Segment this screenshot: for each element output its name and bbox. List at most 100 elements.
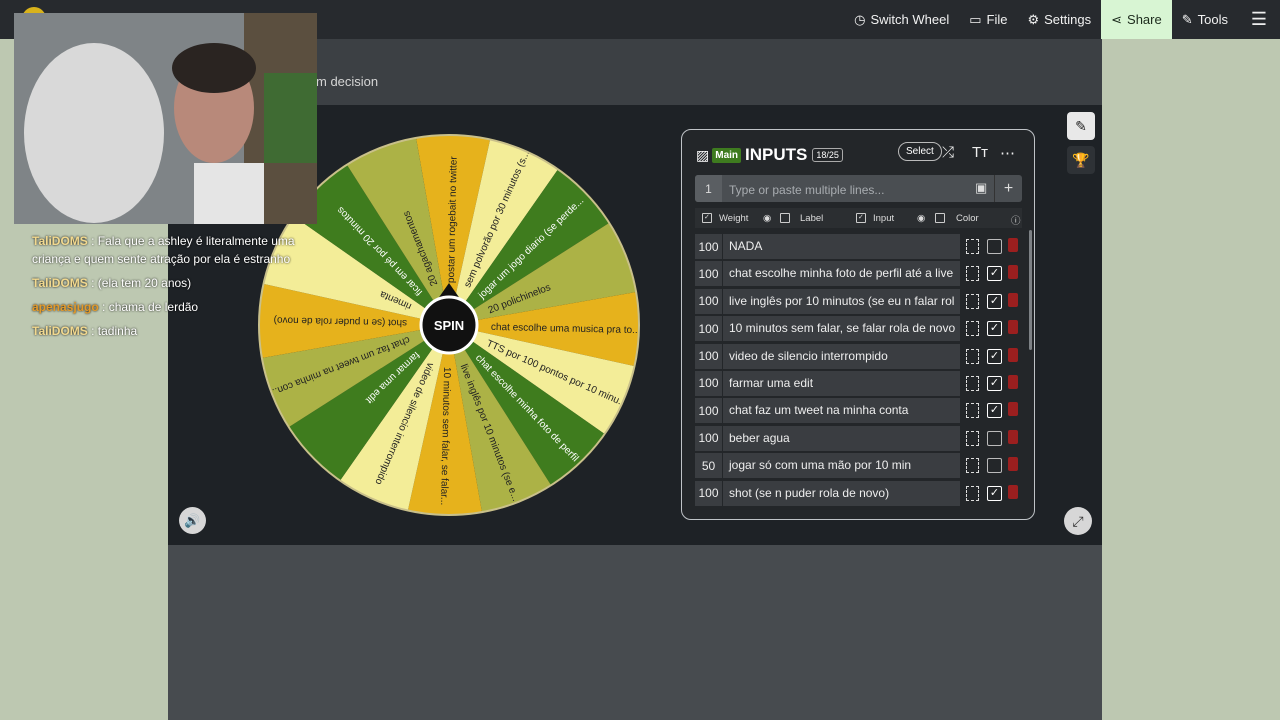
list-item: 100 live inglês por 10 minutos (se eu n f… (695, 288, 1025, 316)
duplicate-icon[interactable] (966, 293, 979, 309)
entry-number: 1 (695, 175, 722, 202)
chat-message: TaliDOMS : Fala que a ashley é literalme… (32, 234, 295, 266)
main-badge: Main (712, 147, 742, 163)
entry-checkbox[interactable] (987, 458, 1002, 474)
sound-icon[interactable]: 🔊 (179, 507, 206, 534)
weight-value[interactable]: 100 (695, 343, 722, 369)
inputs-title: INPUTS (745, 145, 808, 164)
duplicate-icon[interactable] (966, 321, 979, 337)
chat-message: apenasjugo : chama de lerdão (32, 300, 199, 314)
switch-wheel-button[interactable]: ◷ Switch Wheel (844, 0, 959, 39)
weight-value[interactable]: 100 (695, 480, 722, 506)
duplicate-icon[interactable] (966, 266, 979, 282)
delete-icon[interactable] (1008, 292, 1018, 307)
menu-icon[interactable]: ☰ (1238, 0, 1280, 39)
scrollbar[interactable] (1029, 230, 1032, 350)
info-icon[interactable]: ⓘ (1011, 213, 1021, 227)
weight-value[interactable]: 100 (695, 234, 722, 259)
entry-label[interactable]: shot (se n puder rola de novo) (723, 480, 960, 506)
entry-row: 1 ▣ + (695, 175, 1022, 204)
weight-value[interactable]: 100 (695, 398, 722, 424)
entry-checkbox[interactable]: ✓ (987, 321, 1002, 337)
weight-value[interactable]: 50 (695, 453, 722, 479)
weight-checkbox[interactable] (702, 213, 712, 223)
duplicate-icon[interactable] (966, 239, 979, 254)
page-lower-area (168, 545, 1102, 720)
trophy-icon[interactable]: 🏆 (1067, 146, 1095, 174)
duplicate-icon[interactable] (966, 375, 979, 391)
wheel-subtitle: m decision (316, 74, 379, 89)
duplicate-icon[interactable] (966, 348, 979, 364)
weight-column-label: Weight (719, 213, 749, 224)
entry-checkbox[interactable] (987, 430, 1002, 446)
list-item: 100 10 minutos sem falar, se falar rola d… (695, 316, 1025, 343)
delete-icon[interactable] (1008, 429, 1018, 444)
entry-checkbox[interactable]: ✓ (987, 375, 1002, 391)
weight-value[interactable]: 100 (695, 288, 722, 314)
entry-label[interactable]: NADA (723, 234, 960, 259)
weight-value[interactable]: 100 (695, 316, 722, 342)
entry-label[interactable]: live inglês por 10 minutos (se eu n fala… (723, 288, 960, 314)
label-checkbox[interactable] (780, 213, 790, 223)
entry-label[interactable]: chat escolhe minha foto de perfil até a … (723, 261, 960, 287)
webcam-overlay (14, 13, 317, 224)
entry-label[interactable]: video de silencio interrompido (723, 343, 960, 369)
duplicate-icon[interactable] (966, 458, 979, 474)
settings-button[interactable]: ⚙ Settings (1017, 0, 1101, 39)
entry-input[interactable] (727, 175, 971, 204)
select-button[interactable]: Select (898, 142, 942, 161)
entry-label[interactable]: chat faz um tweet na minha conta (723, 398, 960, 424)
entry-label[interactable]: beber agua (723, 425, 960, 451)
eye-icon[interactable]: ◉ (763, 213, 771, 224)
duplicate-icon[interactable] (966, 430, 979, 446)
entry-checkbox[interactable]: ✓ (987, 348, 1002, 364)
delete-icon[interactable] (1008, 347, 1018, 362)
wrench-icon: ✎ (1181, 11, 1193, 27)
list-item: 100 beber agua (695, 425, 1025, 453)
folder-icon: ▭ (969, 11, 982, 27)
inputs-count: 18/25 (812, 148, 843, 162)
entry-checkbox[interactable]: ✓ (987, 485, 1002, 501)
image-icon[interactable]: ▣ (975, 180, 987, 196)
stream-chat: TaliDOMS : Fala que a ashley é literalme… (32, 232, 332, 346)
weight-value[interactable]: 100 (695, 370, 722, 396)
delete-icon[interactable] (1008, 402, 1018, 417)
weight-value[interactable]: 100 (695, 261, 722, 287)
input-checkbox[interactable] (856, 213, 866, 223)
fullscreen-icon[interactable]: ⤢ (1064, 507, 1092, 535)
entry-checkbox[interactable]: ✓ (987, 293, 1002, 309)
entry-checkbox[interactable]: ✓ (987, 403, 1002, 419)
color-column-label: Color (956, 213, 979, 224)
delete-icon[interactable] (1008, 265, 1018, 280)
entry-label[interactable]: 10 minutos sem falar, se falar rola de n… (723, 316, 960, 342)
delete-icon[interactable] (1008, 238, 1018, 252)
entry-label[interactable]: jogar só com uma mão por 10 min (723, 453, 960, 479)
webcam-image (14, 13, 317, 224)
weight-value[interactable]: 100 (695, 425, 722, 451)
color-checkbox[interactable] (935, 213, 945, 223)
eye-icon[interactable]: ◉ (917, 213, 925, 224)
list-item: 100 NADA (695, 234, 1025, 261)
duplicate-icon[interactable] (966, 485, 979, 501)
delete-icon[interactable] (1008, 320, 1018, 335)
more-icon[interactable]: ⋯ (1000, 144, 1015, 162)
delete-icon[interactable] (1008, 374, 1018, 389)
file-button[interactable]: ▭ File (959, 0, 1017, 39)
shuffle-icon[interactable]: ⤮ (942, 144, 954, 161)
entry-checkbox[interactable]: ✓ (987, 266, 1002, 282)
delete-icon[interactable] (1008, 457, 1018, 472)
share-button[interactable]: ⋖ Share (1101, 0, 1172, 39)
gear-icon: ⚙ (1027, 11, 1040, 27)
delete-icon[interactable] (1008, 484, 1018, 499)
spin-label[interactable]: SPIN (434, 318, 464, 333)
chat-message: TaliDOMS : tadinha (32, 324, 138, 338)
text-size-icon[interactable]: Tт (972, 144, 988, 161)
clock-icon: ◷ (854, 11, 866, 27)
chat-message: TaliDOMS : (ela tem 20 anos) (32, 276, 192, 290)
entry-checkbox[interactable] (987, 239, 1002, 254)
entry-label[interactable]: farmar uma edit (723, 370, 960, 396)
add-entry-button[interactable]: + (994, 175, 1022, 202)
duplicate-icon[interactable] (966, 403, 979, 419)
edit-wheel-icon[interactable]: ✎ (1067, 112, 1095, 140)
tools-button[interactable]: ✎ Tools (1172, 0, 1238, 39)
